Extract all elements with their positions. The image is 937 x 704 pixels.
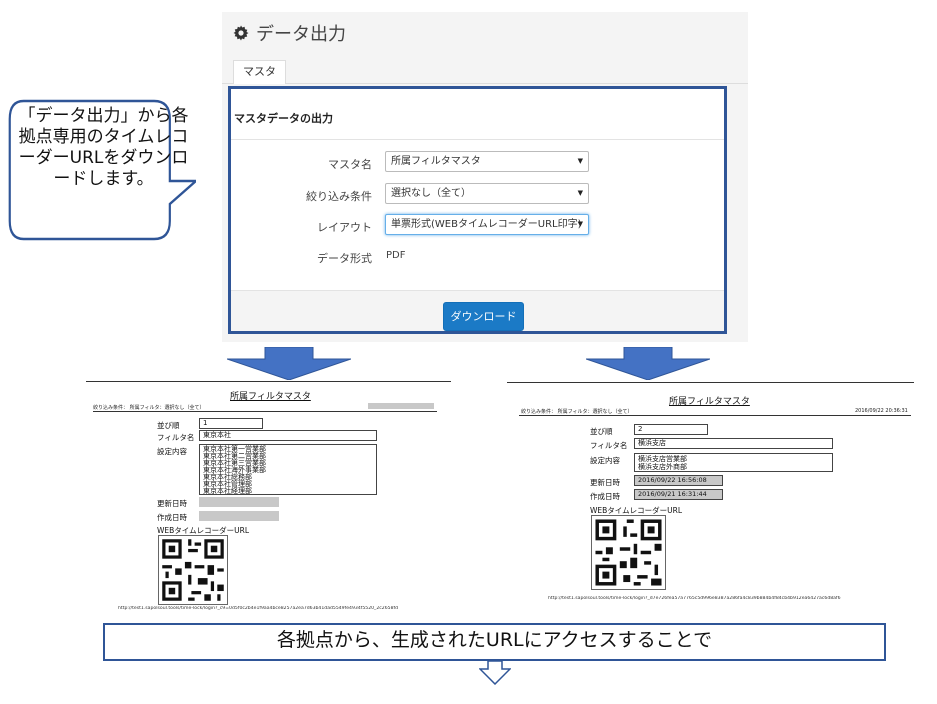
- doc-updated-redacted: [199, 497, 279, 507]
- doc-date-redacted: [368, 403, 434, 409]
- doc-rule: [93, 411, 437, 412]
- doc-created-label: 作成日時: [590, 492, 620, 501]
- doc-title: 所属フィルタマスタ: [669, 397, 750, 407]
- doc-url: http://test1.sapolsoul.tools/time-lock/l…: [548, 596, 841, 601]
- doc-rule: [519, 415, 911, 416]
- doc-settings-field: 東京本社第一営業部 東京本社第二営業部 東京本社第三営業部 東京本社海外事業部 …: [199, 444, 377, 495]
- arrow-down-icon: [227, 347, 351, 380]
- download-button[interactable]: ダウンロード: [443, 302, 524, 331]
- doc-filter-line: 絞り込み条件： 所属フィルタ：選択なし（全て）: [93, 405, 205, 411]
- doc-setting-item: 横浜支店営業部: [638, 455, 687, 463]
- layout-value: 単票形式(WEBタイムレコーダーURL印字): [391, 219, 582, 230]
- arrow-down-icon: [479, 661, 511, 685]
- doc-settings-label: 設定内容: [590, 456, 620, 465]
- callout-text: 「データ出力」から各拠点専用のタイムレコーダーURLをダウンロードします。: [18, 106, 189, 189]
- filter-label: 絞り込み条件: [306, 190, 372, 203]
- doc-rule: [507, 382, 914, 383]
- arrow-down-icon: [586, 347, 710, 380]
- doc-created-redacted: [199, 511, 279, 521]
- layout-select[interactable]: 単票形式(WEBタイムレコーダーURL印字) ▼: [385, 214, 589, 235]
- filter-value: 選択なし（全て）: [391, 188, 471, 199]
- doc-settings-field: 横浜支店営業部 横浜支店外商部: [634, 453, 833, 472]
- layout-label: レイアウト: [317, 221, 372, 234]
- page-title: データ出力: [233, 20, 346, 46]
- doc-url: http://test1.sapolsoul.tools/time-lock/l…: [118, 606, 399, 611]
- tab-bar-line: [222, 83, 748, 84]
- doc-title: 所属フィルタマスタ: [230, 392, 311, 402]
- chevron-down-icon: ▼: [577, 157, 583, 165]
- qr-code-icon: [158, 535, 228, 605]
- doc-order-field: 1: [199, 418, 263, 429]
- qr-pattern: [595, 519, 662, 586]
- doc-filter-name-field: 横浜支店: [634, 438, 833, 449]
- doc-settings-label: 設定内容: [157, 447, 187, 456]
- doc-updated-label: 更新日時: [157, 499, 187, 508]
- filter-select[interactable]: 選択なし（全て） ▼: [385, 183, 589, 204]
- doc-date: 2016/09/22 20:36:31: [855, 408, 908, 414]
- qr-code-icon: [591, 515, 666, 590]
- qr-pattern: [162, 539, 224, 601]
- master-name-select[interactable]: 所属フィルタマスタ ▼: [385, 151, 589, 172]
- gear-icon: [233, 25, 249, 41]
- doc-order-label: 並び順: [157, 421, 180, 430]
- format-value: PDF: [386, 250, 406, 261]
- doc-setting-item: 横浜支店外商部: [638, 463, 687, 471]
- doc-filter-line: 絞り込み条件： 所属フィルタ：選択なし（全て）: [521, 409, 633, 415]
- master-name-label: マスタ名: [328, 158, 372, 171]
- master-name-value: 所属フィルタマスタ: [391, 156, 481, 167]
- section-divider: [231, 139, 724, 140]
- doc-updated-label: 更新日時: [590, 478, 620, 487]
- doc-updated-field: 2016/09/22 16:56:08: [634, 475, 723, 486]
- chevron-down-icon: ▼: [577, 189, 583, 197]
- chevron-down-icon: ▼: [577, 220, 583, 228]
- doc-filter-name-field: 東京本社: [199, 430, 377, 441]
- doc-filter-name-label: フィルタ名: [590, 441, 628, 450]
- format-label: データ形式: [317, 252, 372, 265]
- section-title: マスタデータの出力: [234, 112, 333, 125]
- tab-master[interactable]: マスタ: [233, 60, 286, 84]
- banner-text: 各拠点から、生成されたURLにアクセスすることで: [276, 629, 713, 651]
- page-title-text: データ出力: [256, 24, 346, 45]
- doc-setting-item: 東京本社経理部: [203, 487, 252, 495]
- doc-order-label: 並び順: [590, 427, 613, 436]
- doc-created-label: 作成日時: [157, 513, 187, 522]
- doc-created-field: 2016/09/21 16:31:44: [634, 489, 723, 500]
- doc-order-field: 2: [634, 424, 708, 435]
- doc-filter-name-label: フィルタ名: [157, 433, 195, 442]
- doc-rule: [86, 381, 451, 382]
